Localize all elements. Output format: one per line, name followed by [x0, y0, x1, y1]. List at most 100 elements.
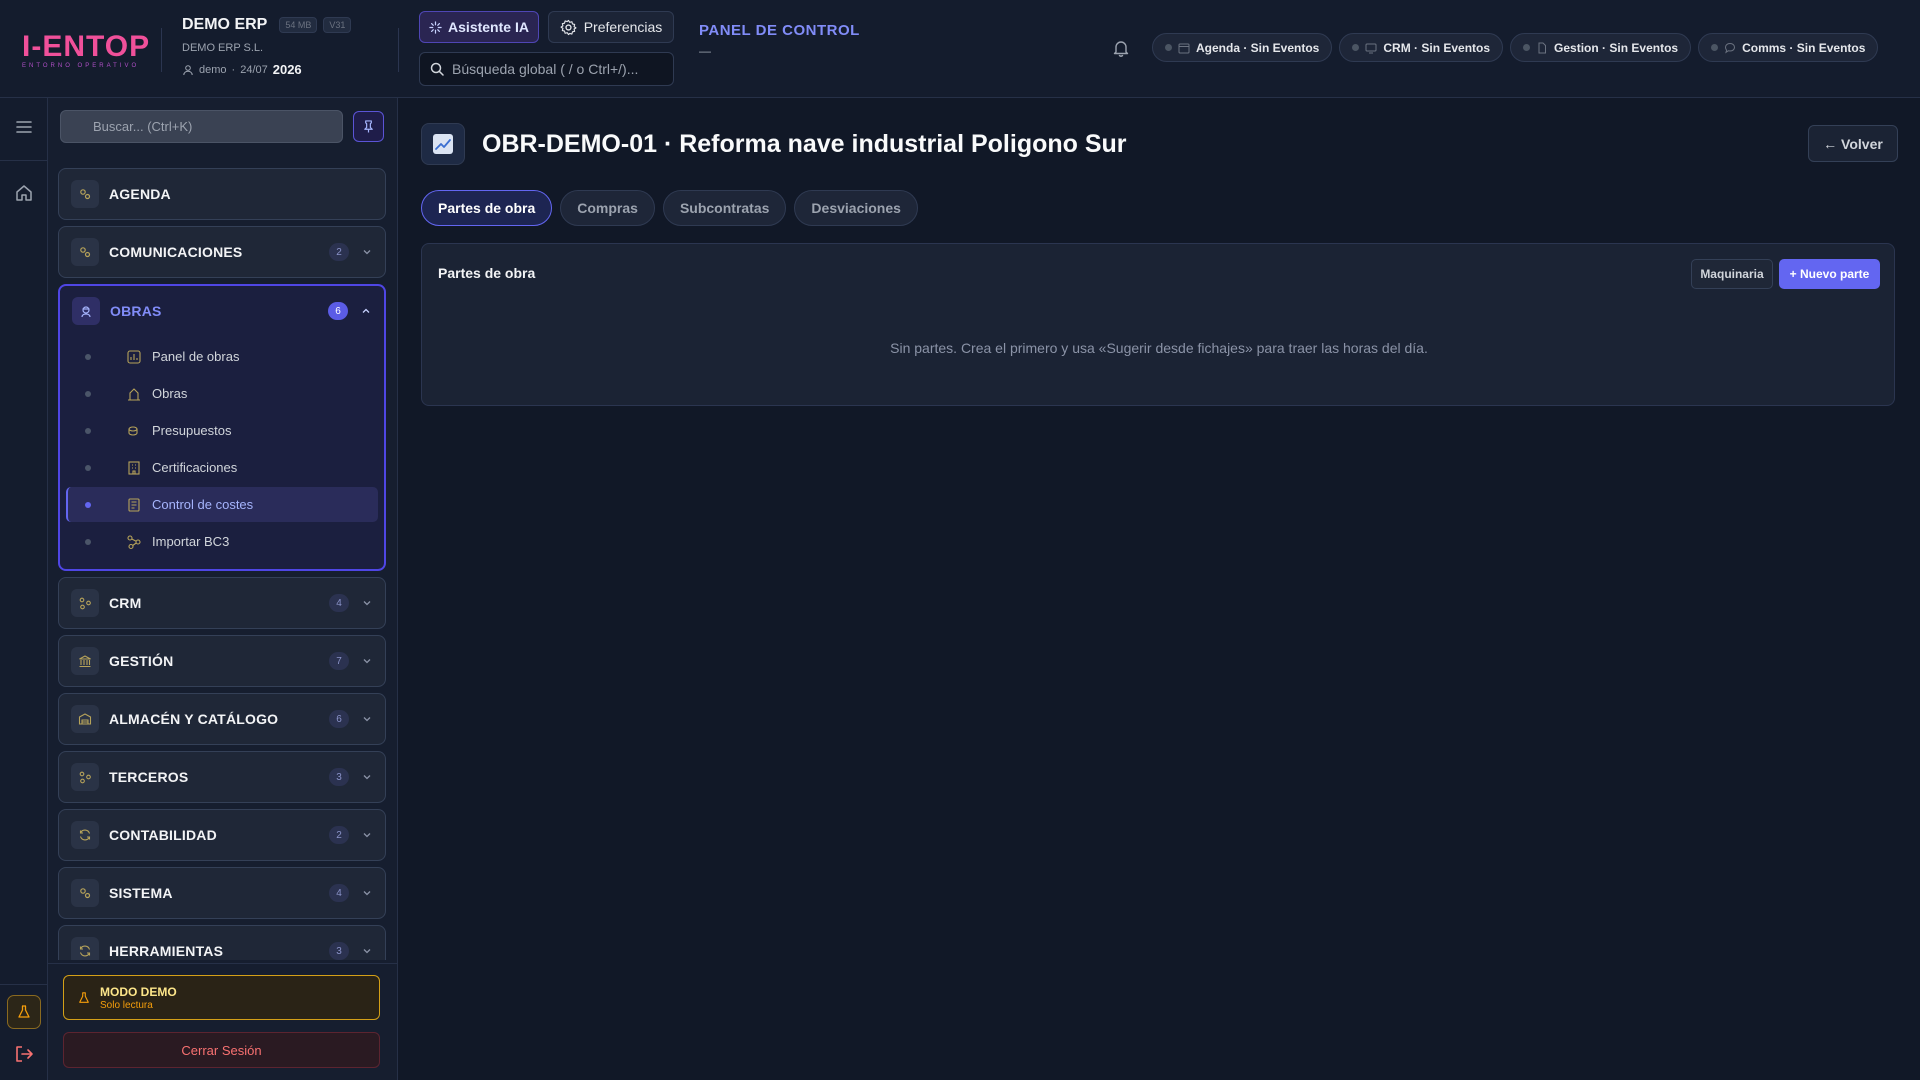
bullet-dot: [85, 427, 91, 434]
fiscal-year[interactable]: 2026: [273, 62, 302, 77]
chevron-down-icon: [361, 829, 373, 841]
global-search[interactable]: [419, 52, 674, 86]
nav-item-obras[interactable]: Obras: [66, 376, 378, 411]
nav-item-label: Control de costes: [152, 497, 254, 512]
nav-item-panel-de-obras[interactable]: Panel de obras: [66, 339, 378, 374]
count-badge: 4: [329, 594, 349, 612]
nav-item-control-de-costes[interactable]: Control de costes: [66, 487, 378, 522]
count-badge: 2: [329, 243, 349, 261]
logo-text: I-ENTOP: [22, 30, 151, 63]
network-icon: [71, 589, 99, 617]
status-pill-agenda[interactable]: Agenda · Sin Eventos: [1152, 33, 1333, 62]
status-pill-label: CRM · Sin Eventos: [1383, 40, 1491, 55]
chevron-down-icon: [361, 887, 373, 899]
chat-icon: [1724, 42, 1736, 54]
logout-button[interactable]: Cerrar Sesión: [63, 1032, 380, 1068]
nav-group-header[interactable]: CRM 4: [59, 578, 385, 628]
home-icon[interactable]: [14, 183, 34, 203]
meta-separator: ·: [231, 63, 236, 76]
worker-icon: [72, 297, 100, 325]
status-pill-label: Gestion · Sin Eventos: [1554, 40, 1679, 55]
nav-item-label: Panel de obras: [152, 349, 240, 364]
panel-title[interactable]: PANEL DE CONTROL: [699, 22, 860, 39]
ledger-icon: [126, 497, 152, 513]
demo-mode-banner[interactable]: MODO DEMO Solo lectura: [63, 975, 380, 1020]
nav-group-terceros: TERCEROS 3: [58, 751, 386, 803]
nav-group-comunicaciones: COMUNICACIONES 2: [58, 226, 386, 278]
search-icon: [430, 62, 444, 76]
panel-subtitle: —: [699, 44, 711, 58]
monitor-icon: [1365, 42, 1377, 54]
nav-item-presupuestos[interactable]: Presupuestos: [66, 413, 378, 448]
nav-group-label: COMUNICACIONES: [109, 244, 243, 260]
notifications-bell-icon[interactable]: [1111, 38, 1131, 58]
nav-group-header[interactable]: AGENDA: [59, 169, 385, 219]
demo-mode-flask-icon[interactable]: [7, 995, 41, 1029]
nav-group-label: TERCEROS: [109, 769, 189, 785]
global-search-input[interactable]: [452, 61, 662, 77]
nav-item-importar-bc3[interactable]: Importar BC3: [66, 524, 378, 559]
header-divider: [161, 28, 162, 72]
count-badge: 6: [328, 302, 348, 320]
brand-logo[interactable]: I-ENTOP ENTORNO OPERATIVO: [22, 30, 151, 70]
count-badge: 7: [329, 652, 349, 670]
status-pill-comms[interactable]: Comms · Sin Eventos: [1698, 33, 1879, 62]
status-pill-crm[interactable]: CRM · Sin Eventos: [1339, 33, 1504, 62]
nav-group-header[interactable]: GESTIÓN 7: [59, 636, 385, 686]
nav-group-crm: CRM 4: [58, 577, 386, 629]
status-dot: [1165, 44, 1172, 51]
nav-item-label: Presupuestos: [152, 423, 232, 438]
chevron-down-icon: [361, 713, 373, 725]
tab-desviaciones[interactable]: Desviaciones: [794, 190, 918, 226]
tab-subcontratas[interactable]: Subcontratas: [662, 190, 787, 226]
gear-icon: [560, 19, 577, 36]
chevron-down-icon: [361, 246, 373, 258]
count-badge: 3: [329, 942, 349, 960]
nav-sub-list: Panel de obras Obras Presupuestos Certif…: [60, 336, 384, 569]
chevron-down-icon: [361, 945, 373, 957]
nav-group-gestion: GESTIÓN 7: [58, 635, 386, 687]
logout-icon[interactable]: [13, 1043, 35, 1065]
new-parte-button[interactable]: + Nuevo parte: [1779, 259, 1880, 289]
nav-group-label: ALMACÉN Y CATÁLOGO: [109, 711, 279, 727]
flask-icon: [78, 991, 90, 1004]
status-pill-gestion[interactable]: Gestion · Sin Eventos: [1510, 33, 1692, 62]
nav-group-header[interactable]: OBRAS 6: [60, 286, 384, 336]
bank-icon: [71, 647, 99, 675]
preferences-button[interactable]: Preferencias: [548, 11, 674, 43]
calendar-icon: [1178, 42, 1190, 54]
demo-mode-title: MODO DEMO: [100, 984, 177, 999]
coins-icon: [126, 423, 152, 439]
refresh-icon: [71, 937, 99, 960]
nav-group-header[interactable]: TERCEROS 3: [59, 752, 385, 802]
pin-sidebar-button[interactable]: [353, 111, 384, 142]
tab-partes-de-obra[interactable]: Partes de obra: [421, 190, 553, 226]
hamburger-menu-icon[interactable]: [14, 117, 34, 137]
pin-icon: [362, 120, 375, 133]
nav-group-header[interactable]: ALMACÉN Y CATÁLOGO 6: [59, 694, 385, 744]
sidebar-search-input[interactable]: [93, 119, 323, 134]
status-dot: [1352, 44, 1360, 51]
nav-group-header[interactable]: SISTEMA 4: [59, 868, 385, 918]
chevron-down-icon: [361, 771, 373, 783]
status-dot: [1523, 44, 1531, 51]
maquinaria-button[interactable]: Maquinaria: [1691, 259, 1773, 289]
nav-group-label: CONTABILIDAD: [109, 827, 217, 843]
chevron-up-icon: [360, 305, 372, 317]
company-legal-name: DEMO ERP S.L.: [182, 42, 264, 54]
gears-icon: [71, 180, 99, 208]
building-icon: [126, 460, 152, 476]
sidebar-search[interactable]: [60, 110, 343, 143]
tab-compras[interactable]: Compras: [560, 190, 655, 226]
nav-group-header[interactable]: HERRAMIENTAS 3: [59, 926, 385, 960]
chart-trend-icon: [421, 123, 465, 165]
nav-group-contabilidad: CONTABILIDAD 2: [58, 809, 386, 861]
nav-item-certificaciones[interactable]: Certificaciones: [66, 450, 378, 485]
nav-group-sistema: SISTEMA 4: [58, 867, 386, 919]
ai-assistant-button[interactable]: Asistente IA: [419, 11, 539, 43]
nav-group-agenda: AGENDA: [58, 168, 386, 220]
nav-group-header[interactable]: CONTABILIDAD 2: [59, 810, 385, 860]
nav-group-label: AGENDA: [109, 186, 171, 202]
nav-group-header[interactable]: COMUNICACIONES 2: [59, 227, 385, 277]
back-button[interactable]: ← Volver: [1808, 125, 1898, 162]
